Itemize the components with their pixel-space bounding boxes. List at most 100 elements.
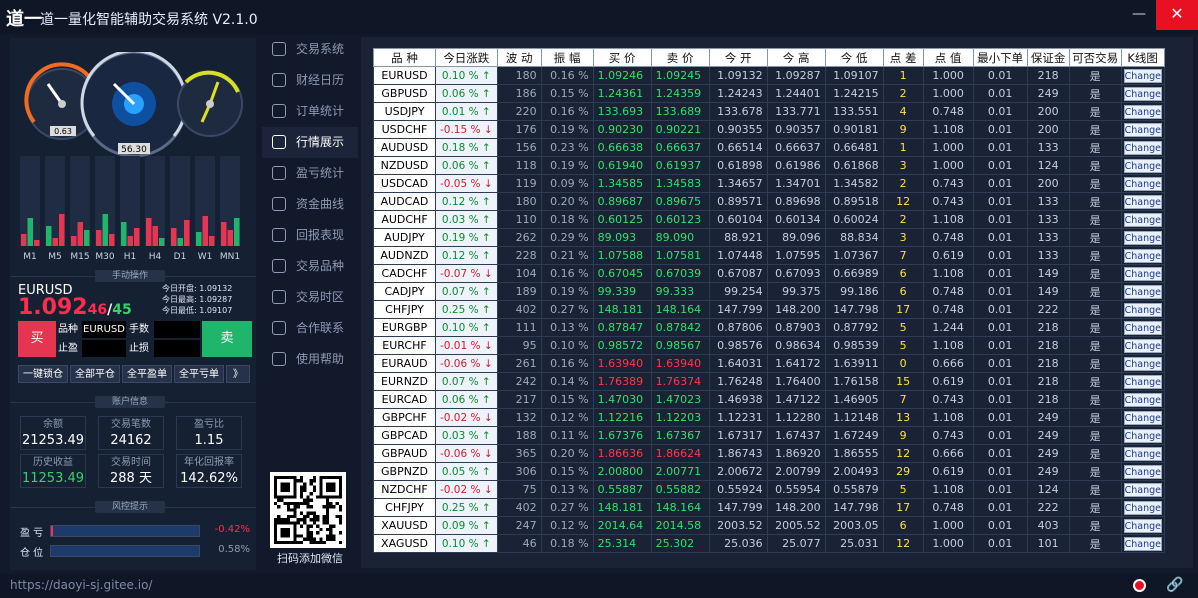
nav-item[interactable]: 使用帮助 — [262, 344, 358, 375]
column-header[interactable]: 振 幅 — [540, 48, 594, 67]
table-row[interactable]: EURGBP 0.10 % ↑ 111 0.13 % 0.87847 0.87842 0.8… — [373, 318, 1165, 337]
change-button[interactable]: Change — [1123, 302, 1162, 317]
column-header[interactable]: 点 差 — [882, 48, 924, 67]
record-icon[interactable] — [1133, 579, 1146, 592]
table-row[interactable]: EURCHF -0.01 % ↓ 95 0.10 % 0.98572 0.98567 0.9… — [373, 336, 1165, 355]
table-row[interactable]: CADCHF -0.07 % ↓ 104 0.16 % 0.67045 0.67039 0.… — [373, 264, 1165, 283]
change-button[interactable]: Change — [1123, 320, 1162, 335]
column-header[interactable]: K线图 — [1120, 48, 1165, 67]
change-button[interactable]: Change — [1123, 392, 1162, 407]
nav-item[interactable]: 盈亏统计 — [262, 158, 358, 189]
column-header[interactable]: 波 动 — [496, 48, 542, 67]
column-header[interactable]: 点 值 — [922, 48, 974, 67]
table-row[interactable]: CHFJPY 0.25 % ↑ 402 0.27 % 148.181 148.164 147… — [373, 498, 1165, 517]
change-button[interactable]: Change — [1123, 500, 1162, 515]
table-row[interactable]: USDJPY 0.01 % ↑ 220 0.16 % 133.693 133.689 133… — [373, 102, 1165, 121]
nav-item[interactable]: 合作联系 — [262, 313, 358, 344]
table-row[interactable]: GBPCHF -0.02 % ↓ 132 0.12 % 1.12216 1.12203 1.… — [373, 408, 1165, 427]
change-button[interactable]: Change — [1123, 86, 1162, 101]
column-header[interactable]: 今日涨跌 — [435, 48, 498, 67]
table-row[interactable]: EURUSD 0.10 % ↑ 180 0.16 % 1.09246 1.09245 1.0… — [373, 66, 1165, 85]
nav-item[interactable]: 订单统计 — [262, 96, 358, 127]
nav-item[interactable]: 交易品种 — [262, 251, 358, 282]
link-icon[interactable]: 🔗 — [1166, 577, 1183, 593]
column-header[interactable]: 买 价 — [592, 48, 652, 67]
change-button[interactable]: Change — [1123, 230, 1162, 245]
change-button[interactable]: Change — [1123, 68, 1162, 83]
close-button[interactable]: ✕ — [1156, 0, 1198, 30]
close-all-button[interactable]: 全部平仓 — [70, 365, 120, 383]
table-row[interactable]: CADJPY 0.07 % ↑ 189 0.19 % 99.339 99.333 99.25… — [373, 282, 1165, 301]
table-row[interactable]: EURAUD -0.06 % ↓ 261 0.16 % 1.63940 1.63940 1.… — [373, 354, 1165, 373]
nav-item[interactable]: 财经日历 — [262, 65, 358, 96]
change-button[interactable]: Change — [1123, 410, 1162, 425]
change-button[interactable]: Change — [1123, 158, 1162, 173]
table-row[interactable]: GBPNZD 0.05 % ↑ 306 0.15 % 2.00800 2.00771 2.0… — [373, 462, 1165, 481]
nav-item[interactable]: 回报表现 — [262, 220, 358, 251]
buy-button[interactable]: 买 — [18, 321, 56, 357]
change-button[interactable]: Change — [1123, 176, 1162, 191]
change-button[interactable]: Change — [1123, 446, 1162, 461]
cell-sym: EURCAD — [373, 390, 436, 409]
change-button[interactable]: Change — [1123, 194, 1162, 209]
change-button[interactable]: Change — [1123, 104, 1162, 119]
change-button[interactable]: Change — [1123, 464, 1162, 479]
tp-input[interactable] — [82, 340, 126, 357]
change-button[interactable]: Change — [1123, 536, 1162, 551]
close-profit-button[interactable]: 全平盈单 — [122, 365, 172, 383]
table-row[interactable]: GBPUSD 0.06 % ↑ 186 0.15 % 1.24361 1.24359 1.2… — [373, 84, 1165, 103]
table-row[interactable]: GBPCAD 0.03 % ↑ 188 0.11 % 1.67376 1.67367 1.6… — [373, 426, 1165, 445]
nav-item[interactable]: 交易系统 — [262, 34, 358, 65]
change-button[interactable]: Change — [1123, 212, 1162, 227]
nav-item[interactable]: 行情展示 — [262, 127, 358, 158]
close-loss-button[interactable]: 全平亏单 — [174, 365, 224, 383]
change-button[interactable]: Change — [1123, 482, 1162, 497]
change-button[interactable]: Change — [1123, 122, 1162, 137]
table-row[interactable]: AUDCHF 0.03 % ↑ 110 0.18 % 0.60125 0.60123 0.6… — [373, 210, 1165, 229]
symbol-field[interactable]: EURUSD — [82, 321, 126, 338]
column-header[interactable]: 今 低 — [824, 48, 884, 67]
column-header[interactable]: 卖 价 — [650, 48, 710, 67]
minimize-button[interactable]: — — [1124, 0, 1154, 30]
change-button[interactable]: Change — [1123, 356, 1162, 371]
sl-input[interactable] — [154, 340, 200, 357]
sell-button[interactable]: 卖 — [202, 321, 252, 357]
footer-url[interactable]: https://daoyi-sj.gitee.io/ — [10, 578, 152, 592]
more-ops-button[interactable]: 》 — [226, 365, 250, 383]
table-row[interactable]: NZDCHF -0.02 % ↓ 75 0.13 % 0.55887 0.55882 0.5… — [373, 480, 1165, 499]
table-row[interactable]: NZDUSD 0.06 % ↑ 118 0.19 % 0.61940 0.61937 0.6… — [373, 156, 1165, 175]
lock-all-button[interactable]: 一键锁仓 — [18, 365, 68, 383]
change-button[interactable]: Change — [1123, 428, 1162, 443]
table-row[interactable]: XAGUSD 0.10 % ↑ 46 0.18 % 25.314 25.302 25.036… — [373, 534, 1165, 553]
table-row[interactable]: CHFJPY 0.25 % ↑ 402 0.27 % 148.181 148.164 147… — [373, 300, 1165, 319]
cell-tr: 是 — [1068, 462, 1122, 481]
table-row[interactable]: AUDJPY 0.19 % ↑ 262 0.29 % 89.093 89.090 88.92… — [373, 228, 1165, 247]
change-button[interactable]: Change — [1123, 266, 1162, 281]
table-row[interactable]: AUDCAD 0.12 % ↑ 180 0.20 % 0.89687 0.89675 0.8… — [373, 192, 1165, 211]
column-header[interactable]: 最小下单 — [972, 48, 1028, 67]
table-row[interactable]: USDCAD -0.05 % ↓ 119 0.09 % 1.34585 1.34583 1.… — [373, 174, 1165, 193]
change-button[interactable]: Change — [1123, 338, 1162, 353]
change-button[interactable]: Change — [1123, 518, 1162, 533]
column-header[interactable]: 今 开 — [708, 48, 768, 67]
column-header[interactable]: 品 种 — [373, 48, 436, 67]
table-row[interactable]: AUDUSD 0.18 % ↑ 156 0.23 % 0.66638 0.66637 0.6… — [373, 138, 1165, 157]
change-button[interactable]: Change — [1123, 374, 1162, 389]
change-button[interactable]: Change — [1123, 248, 1162, 263]
change-button[interactable]: Change — [1123, 284, 1162, 299]
table-row[interactable]: EURCAD 0.06 % ↑ 217 0.15 % 1.47030 1.47023 1.4… — [373, 390, 1165, 409]
change-button[interactable]: Change — [1123, 140, 1162, 155]
table-row[interactable]: EURNZD 0.07 % ↑ 242 0.14 % 1.76389 1.76374 1.7… — [373, 372, 1165, 391]
cell-buy: 0.67045 — [592, 264, 652, 283]
column-header[interactable]: 保证金 — [1026, 48, 1070, 67]
table-row[interactable]: GBPAUD -0.06 % ↓ 365 0.20 % 1.86636 1.86624 1.… — [373, 444, 1165, 463]
table-row[interactable]: USDCHF -0.15 % ↓ 176 0.19 % 0.90230 0.90221 0.… — [373, 120, 1165, 139]
nav-item[interactable]: 资金曲线 — [262, 189, 358, 220]
column-header[interactable]: 今 高 — [766, 48, 826, 67]
nav-item[interactable]: 交易时区 — [262, 282, 358, 313]
table-row[interactable]: XAUUSD 0.09 % ↑ 247 0.12 % 2014.64 2014.58 200… — [373, 516, 1165, 535]
column-header[interactable]: 可否交易 — [1068, 48, 1122, 67]
table-row[interactable]: AUDNZD 0.12 % ↑ 228 0.21 % 1.07588 1.07581 1.0… — [373, 246, 1165, 265]
lots-input[interactable] — [154, 321, 200, 338]
cell-vol: 220 — [496, 102, 542, 121]
